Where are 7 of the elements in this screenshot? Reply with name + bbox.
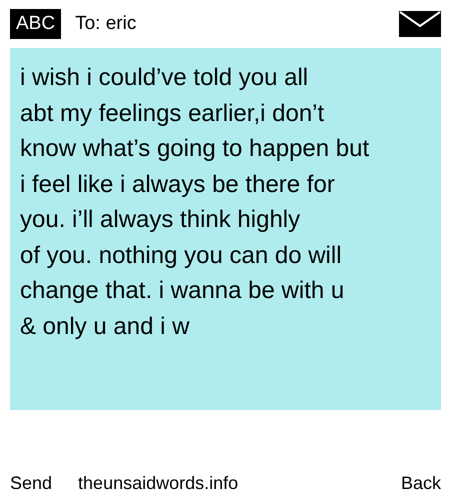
envelope-icon [399,11,441,37]
back-button[interactable]: Back [400,473,441,494]
message-body[interactable]: i wish i could’ve told you all abt my feelings earlier,i don’t know what’s going to happen but i feel like i always be there for you. i’ll always think highly of you. nothing you can do will change that. i wanna be with u & only u and i w [10,48,441,410]
recipient-label: To: eric [75,13,136,35]
input-mode-badge[interactable]: ABC [10,9,62,39]
site-link[interactable]: theunsaidwords.info [78,473,238,494]
send-button[interactable]: Send [10,473,52,494]
